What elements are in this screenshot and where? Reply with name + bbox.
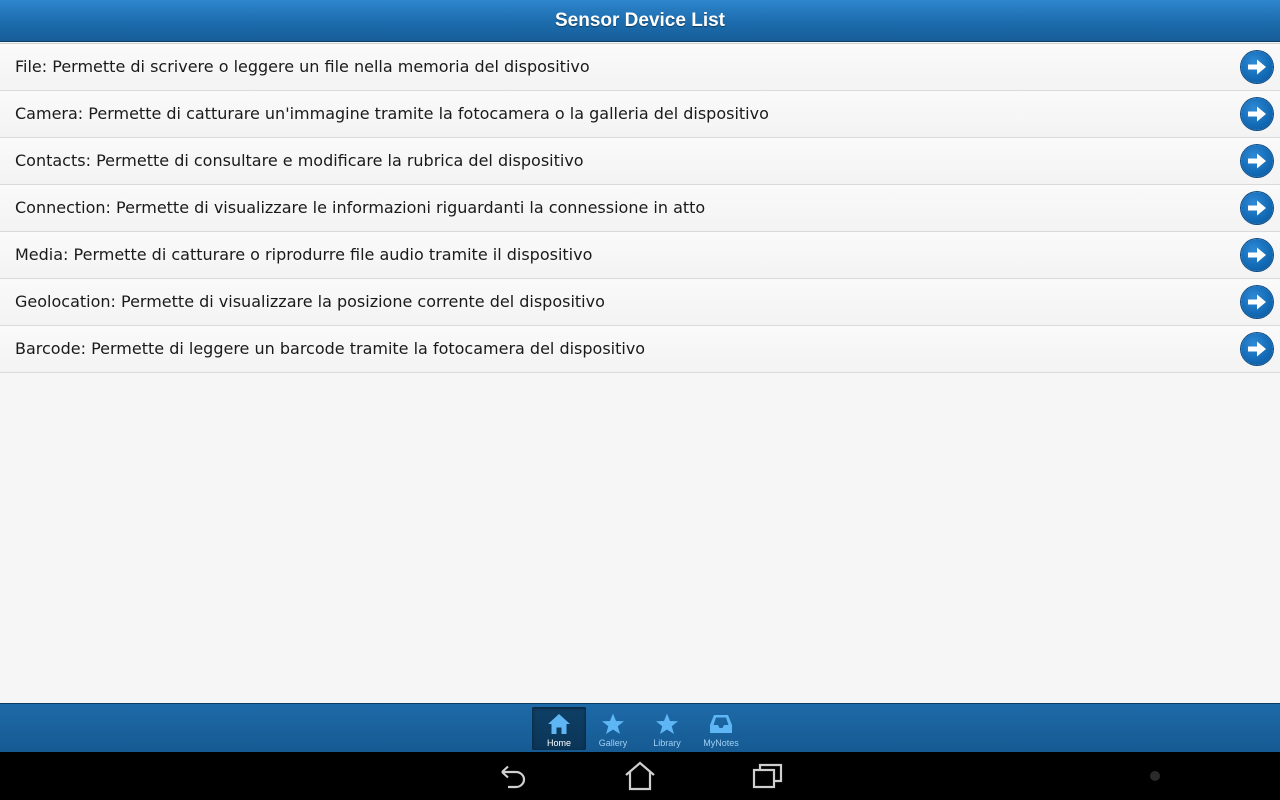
recent-apps-icon: [752, 763, 783, 789]
tab-mynotes[interactable]: MyNotes: [694, 707, 748, 750]
list-item-connection[interactable]: Connection: Permette di visualizzare le …: [0, 185, 1280, 232]
arrow-right-circle-icon[interactable]: [1241, 286, 1273, 318]
tab-library[interactable]: Library: [640, 707, 694, 750]
inbox-icon: [710, 715, 732, 733]
tab-label: MyNotes: [703, 738, 739, 748]
star-icon: [602, 713, 624, 734]
system-navigation-bar: [0, 752, 1280, 800]
tab-gallery[interactable]: Gallery: [586, 707, 640, 750]
list-item-geolocation[interactable]: Geolocation: Permette di visualizzare la…: [0, 279, 1280, 326]
home-icon: [548, 714, 570, 734]
tab-label: Gallery: [598, 738, 628, 748]
tab-label: Library: [653, 738, 681, 748]
back-button[interactable]: [494, 760, 530, 792]
bottom-tab-bar: Home Gallery Library MyNotes: [0, 703, 1280, 752]
list-item-label: Camera: Permette di catturare un'immagin…: [15, 104, 769, 123]
arrow-right-circle-icon[interactable]: [1241, 145, 1273, 177]
tab-label: Home: [546, 738, 571, 748]
list-item-file[interactable]: File: Permette di scrivere o leggere un …: [0, 44, 1280, 91]
list-item-label: Media: Permette di catturare o riprodurr…: [15, 245, 593, 264]
home-button[interactable]: [622, 760, 658, 792]
list-item-media[interactable]: Media: Permette di catturare o riprodurr…: [0, 232, 1280, 279]
app-header: Sensor Device List: [0, 0, 1280, 42]
star-icon: [656, 713, 678, 734]
back-icon: [501, 765, 526, 789]
list-item-label: Connection: Permette di visualizzare le …: [15, 198, 706, 217]
list-item-label: File: Permette di scrivere o leggere un …: [15, 57, 590, 76]
list-item-contacts[interactable]: Contacts: Permette di consultare e modif…: [0, 138, 1280, 185]
list-item-label: Geolocation: Permette di visualizzare la…: [15, 292, 605, 311]
list-item-label: Contacts: Permette di consultare e modif…: [15, 151, 584, 170]
arrow-right-circle-icon[interactable]: [1241, 239, 1273, 271]
home-icon: [625, 761, 655, 791]
arrow-right-circle-icon[interactable]: [1241, 98, 1273, 130]
sensor-device-list: File: Permette di scrivere o leggere un …: [0, 43, 1280, 373]
arrow-right-circle-icon[interactable]: [1241, 51, 1273, 83]
recent-apps-button[interactable]: [750, 760, 786, 792]
list-item-barcode[interactable]: Barcode: Permette di leggere un barcode …: [0, 326, 1280, 373]
arrow-right-circle-icon[interactable]: [1241, 333, 1273, 365]
arrow-right-circle-icon[interactable]: [1241, 192, 1273, 224]
indicator-dot: [1150, 771, 1160, 781]
list-item-label: Barcode: Permette di leggere un barcode …: [15, 339, 646, 358]
list-item-camera[interactable]: Camera: Permette di catturare un'immagin…: [0, 91, 1280, 138]
tab-home[interactable]: Home: [532, 707, 586, 750]
page-title: Sensor Device List: [554, 9, 726, 31]
